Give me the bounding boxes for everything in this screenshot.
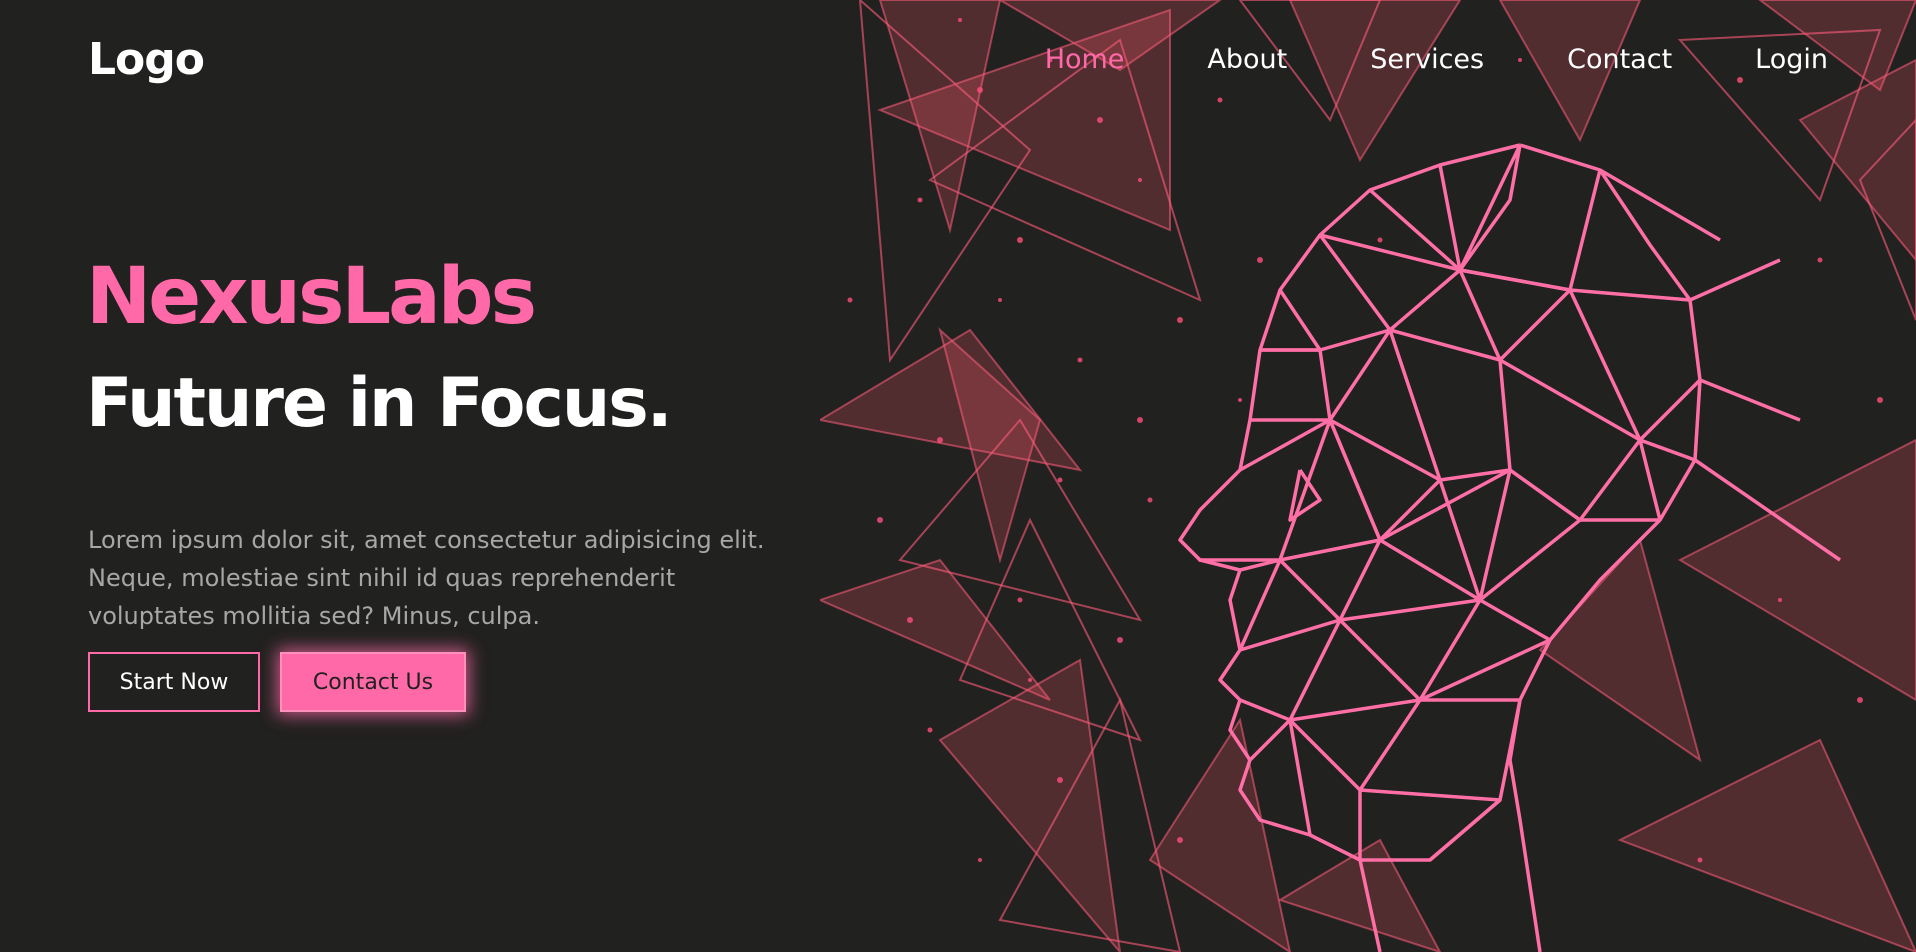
wireframe-head-icon [820,0,1916,952]
nav-item-contact[interactable]: Contact [1567,44,1672,75]
nav-item-about[interactable]: About [1207,44,1287,75]
contact-us-button[interactable]: Contact Us [280,652,466,712]
hero-brand-title: NexusLabs [86,252,537,342]
site-logo[interactable]: Logo [88,34,205,85]
nav-item-services[interactable]: Services [1370,44,1484,75]
nav-item-login[interactable]: Login [1755,44,1828,75]
start-now-button[interactable]: Start Now [88,652,260,712]
main-nav: Home About Services Contact Login [962,44,1828,75]
hero-description: Lorem ipsum dolor sit, amet consectetur … [88,526,765,630]
landing-page: Logo Home About Services Contact Login N… [0,0,1916,952]
nav-item-home[interactable]: Home [1045,44,1125,75]
hero-tagline: Future in Focus. [86,364,673,443]
